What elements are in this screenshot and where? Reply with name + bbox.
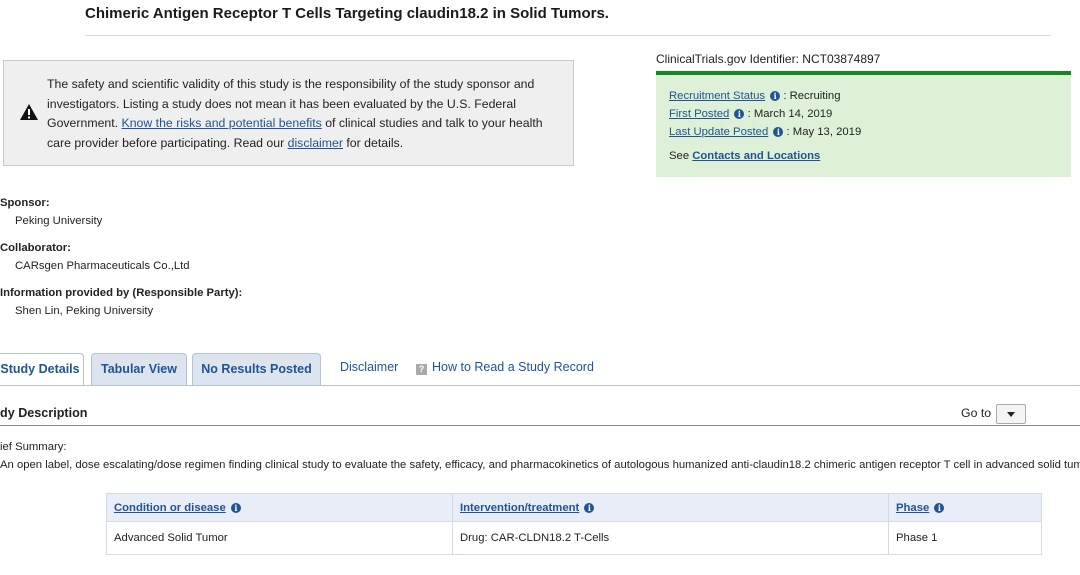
collaborator-value: CARsgen Pharmaceuticals Co.,Ltd <box>15 260 190 272</box>
info-icon[interactable]: i <box>230 502 241 513</box>
recruitment-status-row: Recruitment Status i : Recruiting <box>669 90 840 102</box>
last-update-link[interactable]: Last Update Posted <box>669 126 768 138</box>
responsible-party-value: Shen Lin, Peking University <box>15 305 154 317</box>
header-condition[interactable]: Condition or disease i <box>106 493 453 522</box>
disclaimer-text-3: for details. <box>342 135 404 150</box>
brief-summary-text: An open label, dose escalating/dose regi… <box>0 459 1080 471</box>
intervention-cell: Drug: CAR-CLDN18.2 T-Cells <box>452 521 889 555</box>
header-phase[interactable]: Phase i <box>888 493 1042 522</box>
tabs-divider <box>0 385 1080 386</box>
first-posted-row: First Posted i : March 14, 2019 <box>669 108 832 120</box>
nct-identifier: ClinicalTrials.gov Identifier: NCT038748… <box>656 52 880 66</box>
risks-link[interactable]: Know the risks and potential benefits <box>122 116 322 130</box>
section-divider <box>0 425 1080 426</box>
sponsor-value: Peking University <box>15 215 103 227</box>
first-posted-link[interactable]: First Posted <box>669 108 729 120</box>
goto-dropdown-button[interactable] <box>996 404 1026 424</box>
last-update-row: Last Update Posted i : May 13, 2019 <box>669 126 861 138</box>
recruitment-status-value: : Recruiting <box>783 90 841 102</box>
tab-disclaimer[interactable]: Disclaimer <box>340 360 398 374</box>
collaborator-label: Collaborator: <box>0 242 71 254</box>
tab-tabular-view[interactable]: Tabular View <box>91 353 187 385</box>
title-divider <box>85 35 1051 36</box>
status-box: Recruitment Status i : Recruiting First … <box>656 71 1071 177</box>
phase-cell: Phase 1 <box>888 521 1042 555</box>
goto-label: Go to <box>961 406 992 420</box>
info-icon[interactable]: i <box>584 502 595 513</box>
recruitment-status-link[interactable]: Recruitment Status <box>669 90 765 102</box>
page-title: Chimeric Antigen Receptor T Cells Target… <box>85 5 609 22</box>
disclaimer-text: The safety and scientific validity of th… <box>47 75 547 153</box>
nct-value: NCT03874897 <box>802 52 881 66</box>
info-icon[interactable]: i <box>734 109 745 119</box>
header-intervention-label: Intervention/treatment <box>460 501 580 514</box>
header-intervention[interactable]: Intervention/treatment i <box>452 493 889 522</box>
warning-icon <box>20 104 38 120</box>
tab-how-to-read[interactable]: ? How to Read a Study Record <box>416 360 594 375</box>
last-update-value: : May 13, 2019 <box>786 126 862 138</box>
tab-study-details[interactable]: Study Details <box>0 353 84 386</box>
info-icon[interactable]: i <box>934 502 945 513</box>
sponsor-label: Sponsor: <box>0 197 50 209</box>
how-to-read-label: How to Read a Study Record <box>432 360 594 374</box>
section-title: dy Description <box>0 406 88 420</box>
condition-cell: Advanced Solid Tumor <box>106 521 453 555</box>
conditions-table: Condition or disease i Intervention/trea… <box>106 493 1042 555</box>
contacts-row: See Contacts and Locations <box>669 150 820 162</box>
table-header-row: Condition or disease i Intervention/trea… <box>106 493 1042 522</box>
contacts-locations-link[interactable]: Contacts and Locations <box>692 150 820 162</box>
info-icon[interactable]: i <box>773 127 784 137</box>
brief-summary-label: ief Summary: <box>0 441 67 453</box>
chevron-down-icon <box>1007 412 1015 417</box>
responsible-party-label: Information provided by (Responsible Par… <box>0 287 243 299</box>
see-text: See <box>669 150 693 162</box>
info-icon[interactable]: i <box>770 91 781 101</box>
disclaimer-box: The safety and scientific validity of th… <box>3 60 574 166</box>
header-condition-label: Condition or disease <box>114 501 226 514</box>
disclaimer-link[interactable]: disclaimer <box>288 136 343 150</box>
header-phase-label: Phase <box>896 501 930 514</box>
nct-label: ClinicalTrials.gov Identifier: <box>656 52 803 66</box>
first-posted-value: : March 14, 2019 <box>747 108 833 120</box>
help-icon: ? <box>416 364 427 375</box>
tab-no-results-posted[interactable]: No Results Posted <box>192 353 321 385</box>
table-row: Advanced Solid Tumor Drug: CAR-CLDN18.2 … <box>106 521 1042 555</box>
